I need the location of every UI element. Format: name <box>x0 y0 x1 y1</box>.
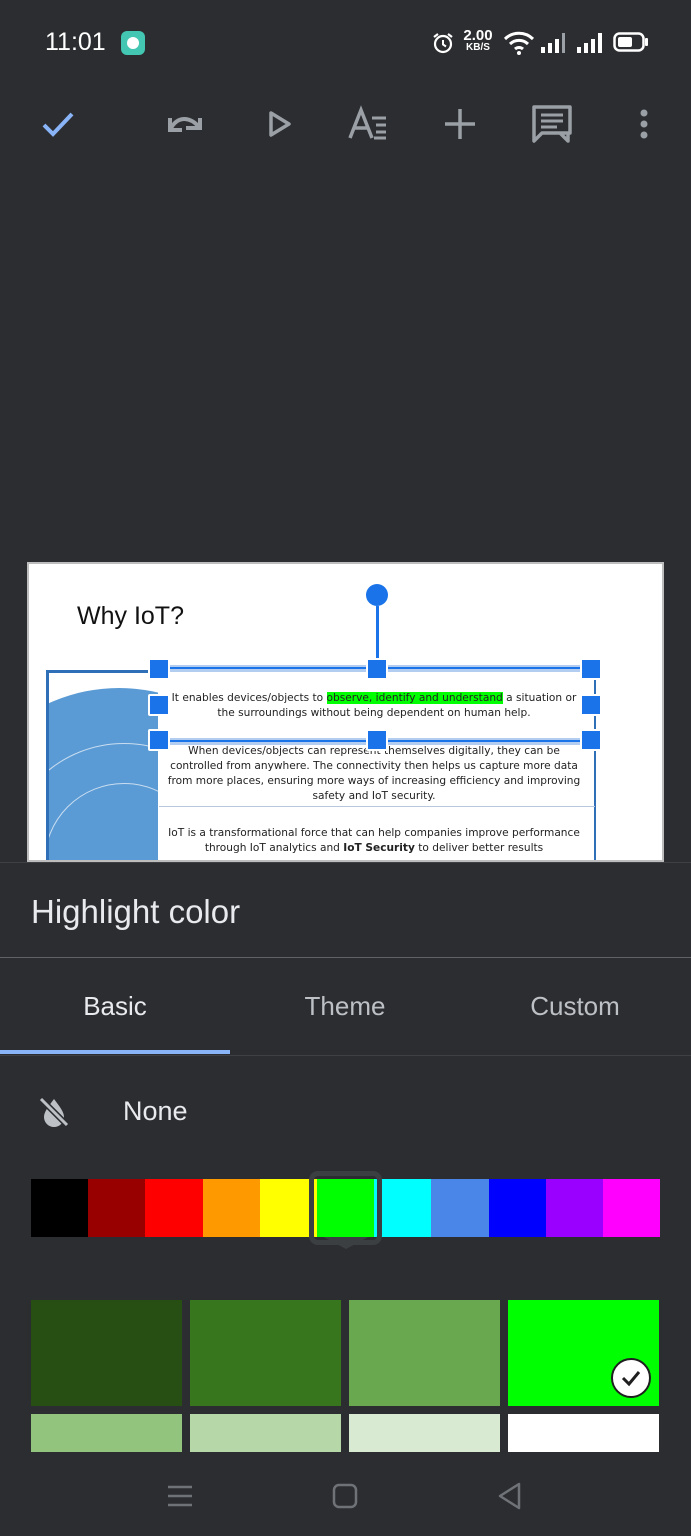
color-swatch[interactable] <box>202 1179 260 1237</box>
battery-icon <box>613 32 648 52</box>
shade-swatch[interactable] <box>508 1300 659 1406</box>
color-swatch[interactable] <box>308 1171 383 1245</box>
highlighted-text[interactable]: observe, identify and understand <box>326 692 503 704</box>
tab-theme[interactable]: Theme <box>230 958 460 1055</box>
wifi-icon <box>503 31 535 55</box>
present-icon <box>269 111 291 137</box>
text-box-paragraph-1[interactable]: It enables devices/objects to observe, i… <box>164 691 584 721</box>
color-swatch[interactable] <box>145 1179 203 1237</box>
signal-icon <box>541 33 565 53</box>
resize-handle[interactable] <box>366 729 388 751</box>
resize-handle[interactable] <box>580 658 602 680</box>
divider <box>0 1055 691 1056</box>
shade-swatch[interactable] <box>31 1300 182 1406</box>
text-format-button[interactable] <box>344 100 392 148</box>
back-icon <box>498 1482 521 1510</box>
undo-button[interactable] <box>160 100 208 148</box>
color-swatch[interactable] <box>88 1179 146 1237</box>
color-swatch[interactable] <box>602 1179 661 1237</box>
text-box-paragraph-2[interactable]: When devices/objects can represent thems… <box>164 744 584 804</box>
check-icon <box>42 112 74 137</box>
home-button[interactable] <box>325 1476 365 1516</box>
check-icon <box>611 1358 651 1398</box>
recents-icon <box>168 1485 192 1507</box>
resize-handle[interactable] <box>580 694 602 716</box>
net-speed: 2.00 KB/S <box>460 28 496 53</box>
status-bar: 11:01 2.00 KB/S <box>0 0 691 84</box>
sheet-title: Highlight color <box>31 893 241 930</box>
undo-icon <box>168 117 202 132</box>
bold-text: IoT Security <box>343 842 415 854</box>
editor-toolbar <box>0 84 691 164</box>
resize-handle[interactable] <box>580 729 602 751</box>
shade-swatch[interactable] <box>349 1300 500 1406</box>
status-time: 11:01 <box>45 28 106 56</box>
resize-handle[interactable] <box>148 694 170 716</box>
active-tab-indicator <box>0 1050 230 1054</box>
text-run: It enables devices/objects to <box>171 692 327 704</box>
shade-swatch[interactable] <box>190 1300 341 1406</box>
color-swatch[interactable] <box>31 1179 89 1237</box>
shade-swatch[interactable] <box>508 1414 659 1454</box>
color-swatch[interactable] <box>374 1179 432 1237</box>
no-highlight-option[interactable]: None <box>0 1078 691 1148</box>
signal-icon <box>577 33 602 53</box>
recents-button[interactable] <box>160 1476 200 1516</box>
app-notification-icon <box>121 31 145 55</box>
highlight-color-sheet: Highlight color Basic Theme Custom None <box>0 862 691 1454</box>
comment-button[interactable] <box>528 100 576 148</box>
rotation-stem <box>376 606 379 658</box>
insert-button[interactable] <box>436 100 484 148</box>
color-swatch[interactable] <box>431 1179 489 1237</box>
resize-handle[interactable] <box>148 658 170 680</box>
add-icon <box>445 109 475 139</box>
shade-swatch[interactable] <box>190 1414 341 1454</box>
text-run: to deliver better results <box>414 842 544 854</box>
slide-title[interactable]: Why IoT? <box>77 602 184 631</box>
resize-handle[interactable] <box>366 658 388 680</box>
rotate-handle[interactable] <box>366 584 388 606</box>
home-icon <box>332 1483 358 1509</box>
alarm-icon <box>433 33 453 54</box>
slide-canvas[interactable]: Why IoT? It enables devices/objects to o… <box>27 562 664 862</box>
back-button[interactable] <box>490 1476 530 1516</box>
more-options-button[interactable] <box>620 100 668 148</box>
done-button[interactable] <box>34 100 82 148</box>
tab-custom[interactable]: Custom <box>460 958 690 1055</box>
none-label: None <box>123 1096 188 1126</box>
net-speed-value: 2.00 <box>463 27 493 44</box>
net-speed-unit: KB/S <box>466 42 490 53</box>
no-color-icon <box>38 1096 70 1128</box>
shade-swatch[interactable] <box>31 1414 182 1454</box>
shade-swatch[interactable] <box>349 1414 500 1454</box>
comment-icon <box>532 105 572 143</box>
paragraph-divider <box>159 806 595 807</box>
basic-color-palette <box>31 1171 661 1245</box>
color-swatch[interactable] <box>488 1179 546 1237</box>
tab-basic[interactable]: Basic <box>0 958 230 1055</box>
present-button[interactable] <box>254 100 302 148</box>
text-box-paragraph-3[interactable]: IoT is a transformational force that can… <box>164 826 584 856</box>
color-tabs: Basic Theme Custom <box>0 958 691 1055</box>
resize-handle[interactable] <box>148 729 170 751</box>
system-nav-bar <box>0 1452 691 1536</box>
more-vert-icon <box>640 109 648 139</box>
color-swatch[interactable] <box>545 1179 603 1237</box>
text-format-icon <box>348 105 386 140</box>
